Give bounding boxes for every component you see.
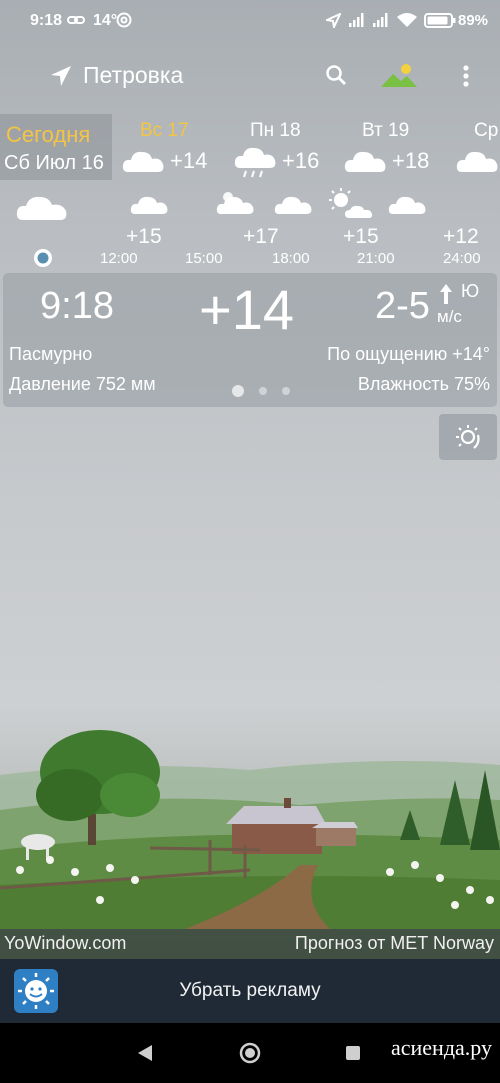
at-icon: [116, 12, 132, 28]
partly-cloudy-icon: [216, 192, 254, 214]
pressure-text: Давление 752 мм: [9, 374, 156, 394]
rain-cloud-icon: [234, 147, 276, 178]
day-item-4[interactable]: Ср: [456, 114, 500, 180]
sun-moon-icon: [456, 425, 480, 449]
link-icon: [67, 16, 85, 24]
day-temp: +14: [170, 148, 208, 173]
day-name: Вт 19: [362, 120, 410, 141]
landscape-icon[interactable]: [380, 62, 418, 88]
hourly-time-5: 24:00: [443, 250, 481, 267]
hourly-temp-5: +12: [443, 225, 479, 248]
day-item-1[interactable]: Вс 17 +14: [120, 114, 230, 180]
battery-icon: [424, 13, 456, 28]
current-temperature: +14: [199, 278, 294, 341]
humidity-text: Влажность 75%: [357, 374, 490, 394]
day-temp: +18: [392, 148, 430, 173]
signal-icon-2: [373, 13, 388, 27]
hourly-time-4: 21:00: [357, 250, 395, 267]
back-icon[interactable]: [136, 1044, 154, 1062]
signal-icon: [349, 13, 364, 27]
forecast-source[interactable]: Прогноз от MET Norway: [295, 933, 494, 954]
day-name: Ср: [474, 120, 499, 141]
cloud-icon: [456, 151, 498, 172]
hourly-temp-1: +15: [126, 225, 162, 248]
day-name: Вс 17: [140, 120, 189, 141]
hourly-temp-4: +15: [343, 225, 379, 248]
location-name[interactable]: Петровка: [83, 62, 183, 89]
feels-like-text: По ощущению +14°: [327, 344, 490, 364]
day-item-2[interactable]: Пн 18 +16: [232, 114, 342, 180]
hourly-time-1: 12:00: [100, 250, 138, 267]
current-time: 9:18: [40, 285, 114, 327]
wind-unit: м/с: [437, 307, 462, 326]
today-label: Сегодня: [6, 122, 91, 147]
today-date: Сб Июл 16: [4, 152, 104, 174]
search-icon[interactable]: [325, 64, 347, 86]
cloud-icon: [274, 196, 312, 214]
landscape-scene: [0, 730, 500, 929]
wind-direction: Ю: [461, 281, 480, 301]
page-indicator: [232, 384, 302, 398]
cloud-icon: [388, 196, 426, 214]
watermark: асиенда.ру: [390, 1035, 492, 1060]
more-vert-icon[interactable]: [458, 64, 474, 88]
wifi-icon: [397, 13, 417, 27]
partly-sunny-icon: [329, 188, 373, 218]
status-temp: 14°: [93, 12, 118, 29]
cloud-icon: [16, 196, 67, 220]
cloud-icon: [122, 151, 164, 172]
hourly-temp-3: +17: [243, 225, 279, 248]
wind-speed: 2-5: [375, 285, 430, 327]
day-today[interactable]: Сегодня Сб Июл 16: [0, 114, 112, 180]
status-time: 9:18: [30, 12, 63, 29]
day-item-3[interactable]: Вт 19 +18: [344, 114, 444, 180]
current-conditions-panel[interactable]: 9:18 +14 2-5 Ю м/с Пасмурно По ощущению …: [3, 273, 497, 407]
day-name: Пн 18: [250, 120, 301, 141]
day-night-button[interactable]: [439, 414, 497, 460]
day-temp: +16: [282, 148, 320, 173]
remove-ads-label[interactable]: Убрать рекламу: [0, 980, 500, 1002]
wind-arrow-icon: [440, 284, 452, 304]
home-icon[interactable]: [238, 1041, 262, 1065]
cloud-icon: [130, 196, 168, 214]
location-arrow-icon[interactable]: [49, 64, 73, 88]
status-bar: 9:18 14° 89%: [0, 0, 500, 40]
battery-percent: 89%: [458, 12, 489, 29]
current-time-marker-icon: [34, 249, 52, 267]
attribution-bar: YoWindow.com Прогноз от MET Norway: [0, 929, 500, 959]
hourly-time-2: 15:00: [185, 250, 223, 267]
site-link[interactable]: YoWindow.com: [4, 933, 126, 954]
remove-ads-bar[interactable]: Убрать рекламу: [0, 959, 500, 1023]
cloud-icon: [344, 151, 386, 172]
condition-text: Пасмурно: [9, 344, 93, 364]
system-nav-bar: асиенда.ру: [0, 1023, 500, 1083]
hourly-time-3: 18:00: [272, 250, 310, 267]
gps-icon: [326, 13, 341, 28]
recents-icon[interactable]: [345, 1045, 361, 1061]
